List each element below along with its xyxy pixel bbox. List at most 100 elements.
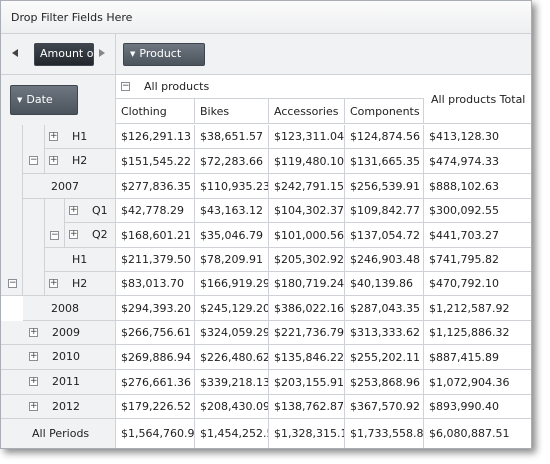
value-cell[interactable]: $72,283.66 <box>195 149 269 174</box>
column-header-components[interactable]: Components <box>345 99 424 124</box>
column-header-bikes[interactable]: Bikes <box>195 99 269 124</box>
value-cell[interactable]: $441,703.27 <box>424 223 531 248</box>
value-cell[interactable]: $256,539.91 <box>345 174 424 199</box>
value-cell[interactable]: $151,545.22 <box>116 149 195 174</box>
expand-icon[interactable]: + <box>49 132 58 141</box>
value-cell[interactable]: $35,046.79 <box>195 223 269 248</box>
value-cell[interactable]: $339,218.13 <box>195 370 269 395</box>
value-cell[interactable]: $313,333.62 <box>345 321 424 345</box>
value-cell[interactable]: $110,935.23 <box>195 174 269 199</box>
value-cell[interactable]: $221,736.79 <box>269 321 345 345</box>
value-cell[interactable]: $131,665.35 <box>345 149 424 174</box>
value-cell[interactable]: $104,302.37 <box>269 199 345 223</box>
value-cell[interactable]: $255,202.11 <box>345 345 424 370</box>
value-cell[interactable]: $277,836.35 <box>116 174 195 199</box>
value-cell[interactable]: $226,480.62 <box>195 345 269 370</box>
value-cell[interactable]: $109,842.77 <box>345 199 424 223</box>
expand-icon[interactable]: + <box>29 377 38 386</box>
collapse-icon[interactable]: − <box>121 82 130 91</box>
filter-drop-zone-label: Drop Filter Fields Here <box>11 11 133 24</box>
row-header[interactable]: + 2011 <box>1 370 116 395</box>
value-cell[interactable]: $246,903.48 <box>345 248 424 272</box>
collapse-icon[interactable]: − <box>29 156 38 165</box>
value-cell[interactable]: $287,043.35 <box>345 296 424 321</box>
value-cell[interactable]: $300,092.55 <box>424 199 531 223</box>
expand-icon[interactable]: + <box>29 402 38 411</box>
value-cell[interactable]: $1,564,760.98 <box>116 419 195 448</box>
value-cell[interactable]: $474,974.33 <box>424 149 531 174</box>
value-cell[interactable]: $40,139.86 <box>345 272 424 296</box>
value-cell[interactable]: $887,415.89 <box>424 345 531 370</box>
value-cell[interactable]: $168,601.21 <box>116 223 195 248</box>
value-cell[interactable]: $893,990.40 <box>424 395 531 419</box>
value-cell[interactable]: $138,762.87 <box>269 395 345 419</box>
row-header[interactable]: + 2009 <box>1 321 116 345</box>
value-cell[interactable]: $245,129.20 <box>195 296 269 321</box>
value-cell[interactable]: $386,022.16 <box>269 296 345 321</box>
value-cell[interactable]: $137,054.72 <box>345 223 424 248</box>
value-cell[interactable]: $324,059.29 <box>195 321 269 345</box>
value-cell[interactable]: $888,102.63 <box>424 174 531 199</box>
value-cell[interactable]: $126,291.13 <box>116 125 195 149</box>
value-cell[interactable]: $203,155.91 <box>269 370 345 395</box>
value-cell[interactable]: $470,792.10 <box>424 272 531 296</box>
collapse-icon[interactable]: − <box>8 279 17 288</box>
filter-drop-zone[interactable]: Drop Filter Fields Here <box>1 1 531 34</box>
row-header[interactable]: + H2 <box>45 149 116 174</box>
row-header[interactable]: + 2010 <box>1 345 116 370</box>
value-cell[interactable]: $135,846.22 <box>269 345 345 370</box>
value-cell[interactable]: $101,000.56 <box>269 223 345 248</box>
value-cell[interactable]: $78,209.91 <box>195 248 269 272</box>
value-cell[interactable]: $42,778.29 <box>116 199 195 223</box>
column-header-accessories[interactable]: Accessories <box>269 99 345 124</box>
value-cell[interactable]: $242,791.15 <box>269 174 345 199</box>
value-cell[interactable]: $1,072,904.36 <box>424 370 531 395</box>
row-header[interactable]: + Q2 <box>65 223 116 248</box>
value-cell[interactable]: $266,756.61 <box>116 321 195 345</box>
value-cell[interactable]: $1,454,252.56 <box>195 419 269 448</box>
column-field-button[interactable]: ▼ Product <box>123 43 205 66</box>
value-cell[interactable]: $119,480.10 <box>269 149 345 174</box>
row-header[interactable]: + Q1 <box>65 199 116 223</box>
filter-icon[interactable]: ▼ <box>130 44 135 64</box>
value-cell[interactable]: $1,125,886.32 <box>424 321 531 345</box>
value-cell[interactable]: $83,013.70 <box>116 272 195 296</box>
value-cell[interactable]: $123,311.04 <box>269 125 345 149</box>
scroll-left-arrow-icon[interactable] <box>12 49 18 57</box>
row-field-button[interactable]: ▼ Date <box>10 85 78 115</box>
value-cell[interactable]: $179,226.52 <box>116 395 195 419</box>
value-cell[interactable]: $208,430.09 <box>195 395 269 419</box>
column-header-clothing[interactable]: Clothing <box>116 99 195 124</box>
value-cell[interactable]: $413,128.30 <box>424 125 531 149</box>
value-cell[interactable]: $124,874.56 <box>345 125 424 149</box>
expand-icon[interactable]: + <box>49 279 58 288</box>
value-cell[interactable]: $1,733,558.87 <box>345 419 424 448</box>
value-cell[interactable]: $276,661.36 <box>116 370 195 395</box>
expand-icon[interactable]: + <box>69 230 78 239</box>
value-cell[interactable]: $253,868.96 <box>345 370 424 395</box>
value-cell[interactable]: $294,393.20 <box>116 296 195 321</box>
value-cell[interactable]: $211,379.50 <box>116 248 195 272</box>
value-cell[interactable]: $205,302.92 <box>269 248 345 272</box>
value-cell[interactable]: $43,163.12 <box>195 199 269 223</box>
value-cell[interactable]: $367,570.92 <box>345 395 424 419</box>
row-header[interactable]: + 2012 <box>1 395 116 419</box>
row-header[interactable]: + H1 <box>45 125 116 149</box>
expand-icon[interactable]: + <box>29 328 38 337</box>
filter-icon[interactable]: ▼ <box>17 86 22 114</box>
expand-icon[interactable]: + <box>49 156 58 165</box>
value-cell[interactable]: $1,212,587.92 <box>424 296 531 321</box>
scroll-right-arrow-icon[interactable] <box>99 49 105 57</box>
data-field-button[interactable]: Amount of <box>34 43 94 66</box>
expand-icon[interactable]: + <box>69 206 78 215</box>
value-cell[interactable]: $180,719.24 <box>269 272 345 296</box>
value-cell[interactable]: $166,919.29 <box>195 272 269 296</box>
expand-icon[interactable]: + <box>29 352 38 361</box>
value-cell[interactable]: $741,795.82 <box>424 248 531 272</box>
value-cell[interactable]: $269,886.94 <box>116 345 195 370</box>
collapse-icon[interactable]: − <box>50 231 59 240</box>
value-cell[interactable]: $6,080,887.51 <box>424 419 531 448</box>
value-cell[interactable]: $38,651.57 <box>195 125 269 149</box>
value-cell[interactable]: $1,328,315.11 <box>269 419 345 448</box>
row-header[interactable]: + H2 <box>45 272 116 296</box>
